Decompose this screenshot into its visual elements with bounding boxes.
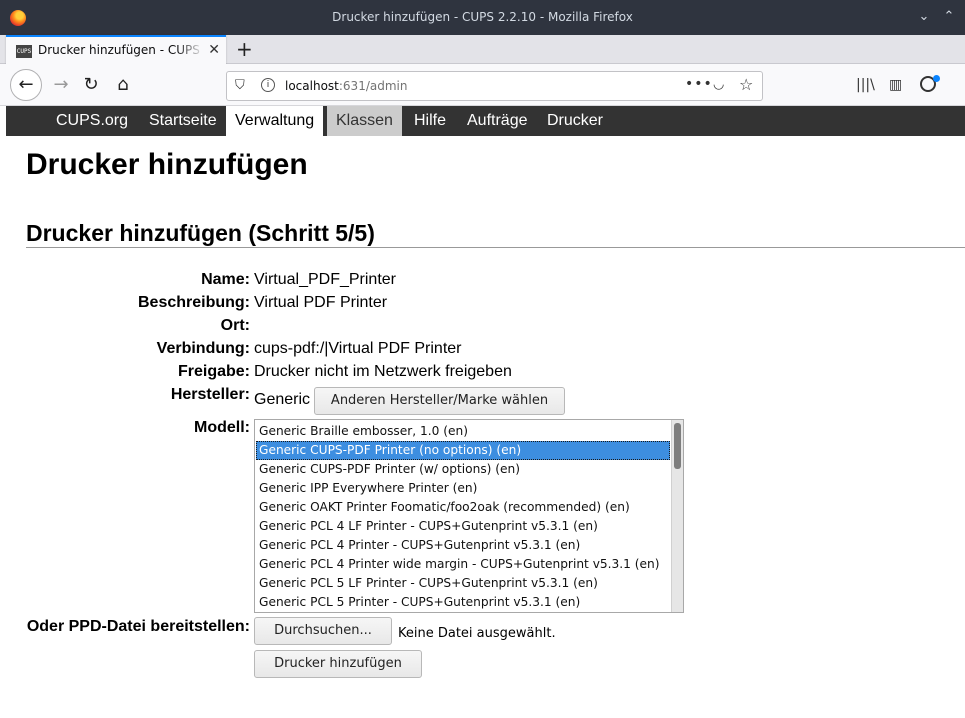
maximize-button[interactable]: ⌃ — [940, 8, 958, 26]
pocket-icon[interactable]: ◡ — [713, 77, 724, 92]
cups-navigation: CUPS.org Startseite Verwaltung Klassen H… — [6, 106, 965, 136]
model-option[interactable]: Generic PCL 5 LF Printer - CUPS+Gutenpri… — [256, 574, 670, 593]
model-option[interactable]: Generic PCL 4 Printer wide margin - CUPS… — [256, 555, 670, 574]
model-option[interactable]: Generic OAKT Printer Foomatic/foo2oak (r… — [256, 498, 670, 517]
ppd-file-label: Oder PPD-Datei bereitstellen: — [26, 618, 250, 635]
name-value: Virtual_PDF_Printer — [254, 271, 396, 288]
model-option[interactable]: Generic CUPS-PDF Printer (w/ options) (e… — [256, 460, 670, 479]
nav-auftraege[interactable]: Aufträge — [458, 106, 536, 136]
choose-make-button[interactable]: Anderen Hersteller/Marke wählen — [314, 387, 565, 415]
file-status-text: Keine Datei ausgewählt. — [398, 626, 556, 641]
page-actions-menu-icon[interactable]: ••• — [685, 76, 713, 92]
sharing-label: Freigabe: — [177, 363, 250, 380]
url-path: :631/admin — [338, 79, 408, 93]
site-info-icon[interactable]: i — [261, 78, 275, 92]
page-title: Drucker hinzufügen — [26, 148, 308, 181]
model-option[interactable]: Generic IPP Everywhere Printer (en) — [256, 479, 670, 498]
connection-value: cups-pdf:/|Virtual PDF Printer — [254, 340, 462, 357]
model-list-scrollbar[interactable] — [671, 420, 683, 612]
model-label: Modell: — [194, 419, 250, 436]
browser-tab[interactable]: CUPS Drucker hinzufügen - CUPS 2.2.10 ✕ — [6, 35, 226, 64]
library-icon[interactable]: |||\ — [856, 77, 875, 93]
back-button[interactable]: ← — [10, 69, 42, 101]
nav-cups-org[interactable]: CUPS.org — [47, 106, 137, 136]
model-option[interactable]: Generic PCL 4 LF Printer - CUPS+Gutenpri… — [256, 517, 670, 536]
model-option[interactable]: Generic PCL 4 Printer - CUPS+Gutenprint … — [256, 536, 670, 555]
description-value: Virtual PDF Printer — [254, 294, 388, 311]
navigation-toolbar: ← → ↻ ⌂ ⛉ i localhost:631/admin ••• ◡ ☆ … — [0, 64, 965, 106]
tab-strip: CUPS Drucker hinzufügen - CUPS 2.2.10 ✕ … — [0, 35, 965, 64]
nav-klassen[interactable]: Klassen — [327, 106, 402, 136]
home-button[interactable]: ⌂ — [108, 70, 138, 100]
nav-drucker[interactable]: Drucker — [538, 106, 612, 136]
section-title: Drucker hinzufügen (Schritt 5/5) — [26, 220, 375, 246]
section-divider — [26, 247, 965, 248]
cups-favicon-icon: CUPS — [16, 45, 32, 58]
model-select-list[interactable]: Generic Braille embosser, 1.0 (en) Gener… — [254, 419, 684, 613]
sidebar-icon[interactable]: ▥ — [889, 77, 902, 93]
forward-button[interactable]: → — [46, 70, 76, 100]
model-option[interactable]: Generic Braille embosser, 1.0 (en) — [256, 422, 670, 441]
url-host: localhost — [285, 79, 339, 93]
browse-file-button[interactable]: Durchsuchen... — [254, 617, 392, 645]
minimize-button[interactable]: ⌄ — [915, 8, 933, 26]
tab-close-icon[interactable]: ✕ — [208, 42, 220, 58]
sharing-value: Drucker nicht im Netzwerk freigeben — [254, 363, 512, 380]
model-option[interactable]: Generic PCL 5 Printer - CUPS+Gutenprint … — [256, 593, 670, 612]
nav-verwaltung[interactable]: Verwaltung — [226, 106, 324, 136]
nav-startseite[interactable]: Startseite — [140, 106, 226, 136]
name-label: Name: — [201, 271, 250, 288]
url-text[interactable]: localhost:631/admin — [285, 79, 407, 93]
tab-title-fade — [176, 39, 204, 63]
browser-window: Drucker hinzufügen - CUPS 2.2.10 - Mozil… — [0, 0, 965, 718]
description-label: Beschreibung: — [137, 294, 250, 311]
make-label: Hersteller: — [170, 386, 250, 403]
location-label: Ort: — [220, 317, 250, 334]
window-title: Drucker hinzufügen - CUPS 2.2.10 - Mozil… — [332, 10, 633, 24]
url-bar[interactable]: ⛉ i localhost:631/admin ••• ◡ ☆ — [226, 71, 763, 101]
make-value: Generic — [254, 391, 311, 408]
nav-hilfe[interactable]: Hilfe — [405, 106, 455, 136]
account-notification-dot — [933, 75, 940, 82]
connection-label: Verbindung: — [156, 340, 250, 357]
tracking-shield-icon[interactable]: ⛉ — [235, 78, 245, 93]
bookmark-star-icon[interactable]: ☆ — [739, 75, 753, 94]
model-option-selected[interactable]: Generic CUPS-PDF Printer (no options) (e… — [256, 441, 670, 460]
window-titlebar: Drucker hinzufügen - CUPS 2.2.10 - Mozil… — [0, 0, 965, 35]
add-printer-button[interactable]: Drucker hinzufügen — [254, 650, 422, 678]
reload-button[interactable]: ↻ — [76, 70, 106, 100]
page-content: CUPS.org Startseite Verwaltung Klassen H… — [6, 106, 965, 718]
model-list-scroll-thumb[interactable] — [674, 423, 681, 469]
new-tab-button[interactable]: + — [236, 37, 253, 61]
